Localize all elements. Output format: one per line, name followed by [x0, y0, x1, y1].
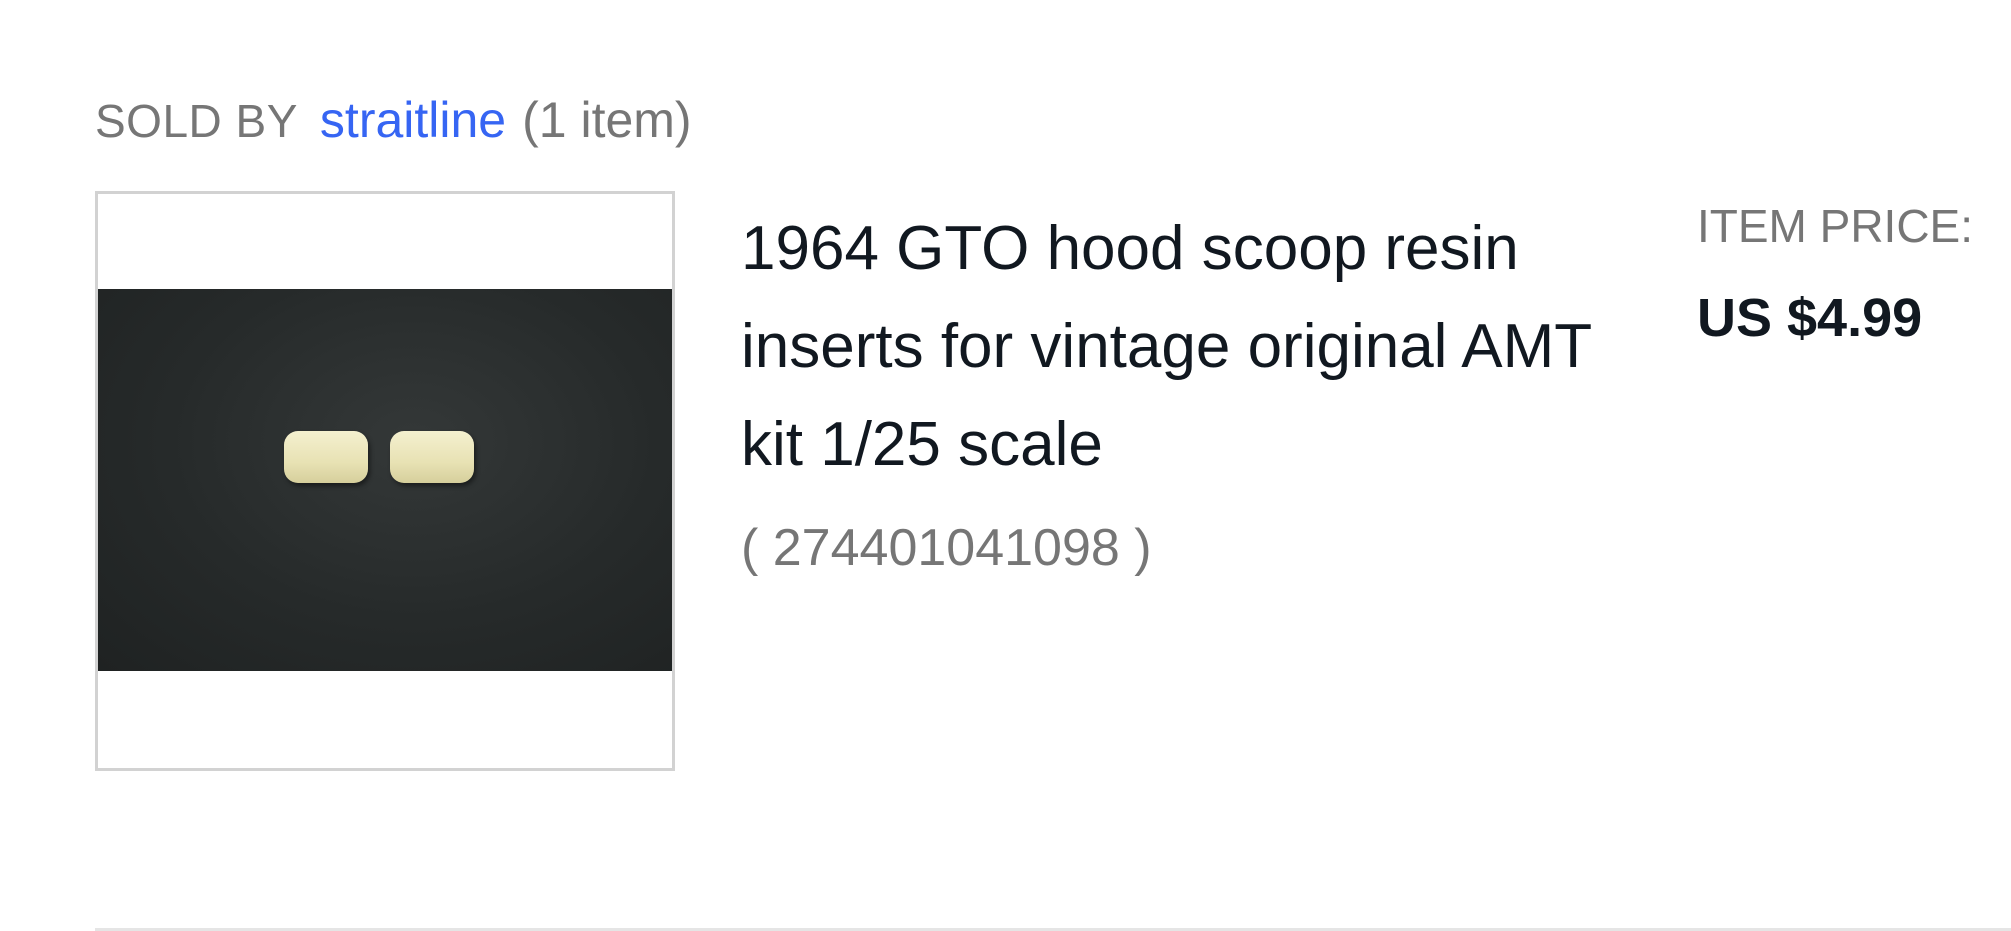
- sold-by-label: SOLD BY: [95, 95, 298, 147]
- seller-link[interactable]: straitline: [320, 92, 506, 148]
- seller-item-count: (1 item): [522, 92, 692, 148]
- hood-scoop-insert-left: [284, 431, 368, 483]
- item-title-link[interactable]: 1964 GTO hood scoop resin inserts for vi…: [741, 200, 1621, 494]
- item-number: ( 274401041098 ): [741, 519, 1152, 577]
- item-price-label: ITEM PRICE:: [1697, 200, 1974, 252]
- item-price-value: US $4.99: [1697, 288, 1923, 348]
- hood-scoop-insert-right: [390, 431, 474, 483]
- item-thumbnail[interactable]: [95, 191, 675, 771]
- product-photo: [98, 289, 672, 671]
- seller-line: SOLD BY straitline (1 item): [95, 88, 692, 153]
